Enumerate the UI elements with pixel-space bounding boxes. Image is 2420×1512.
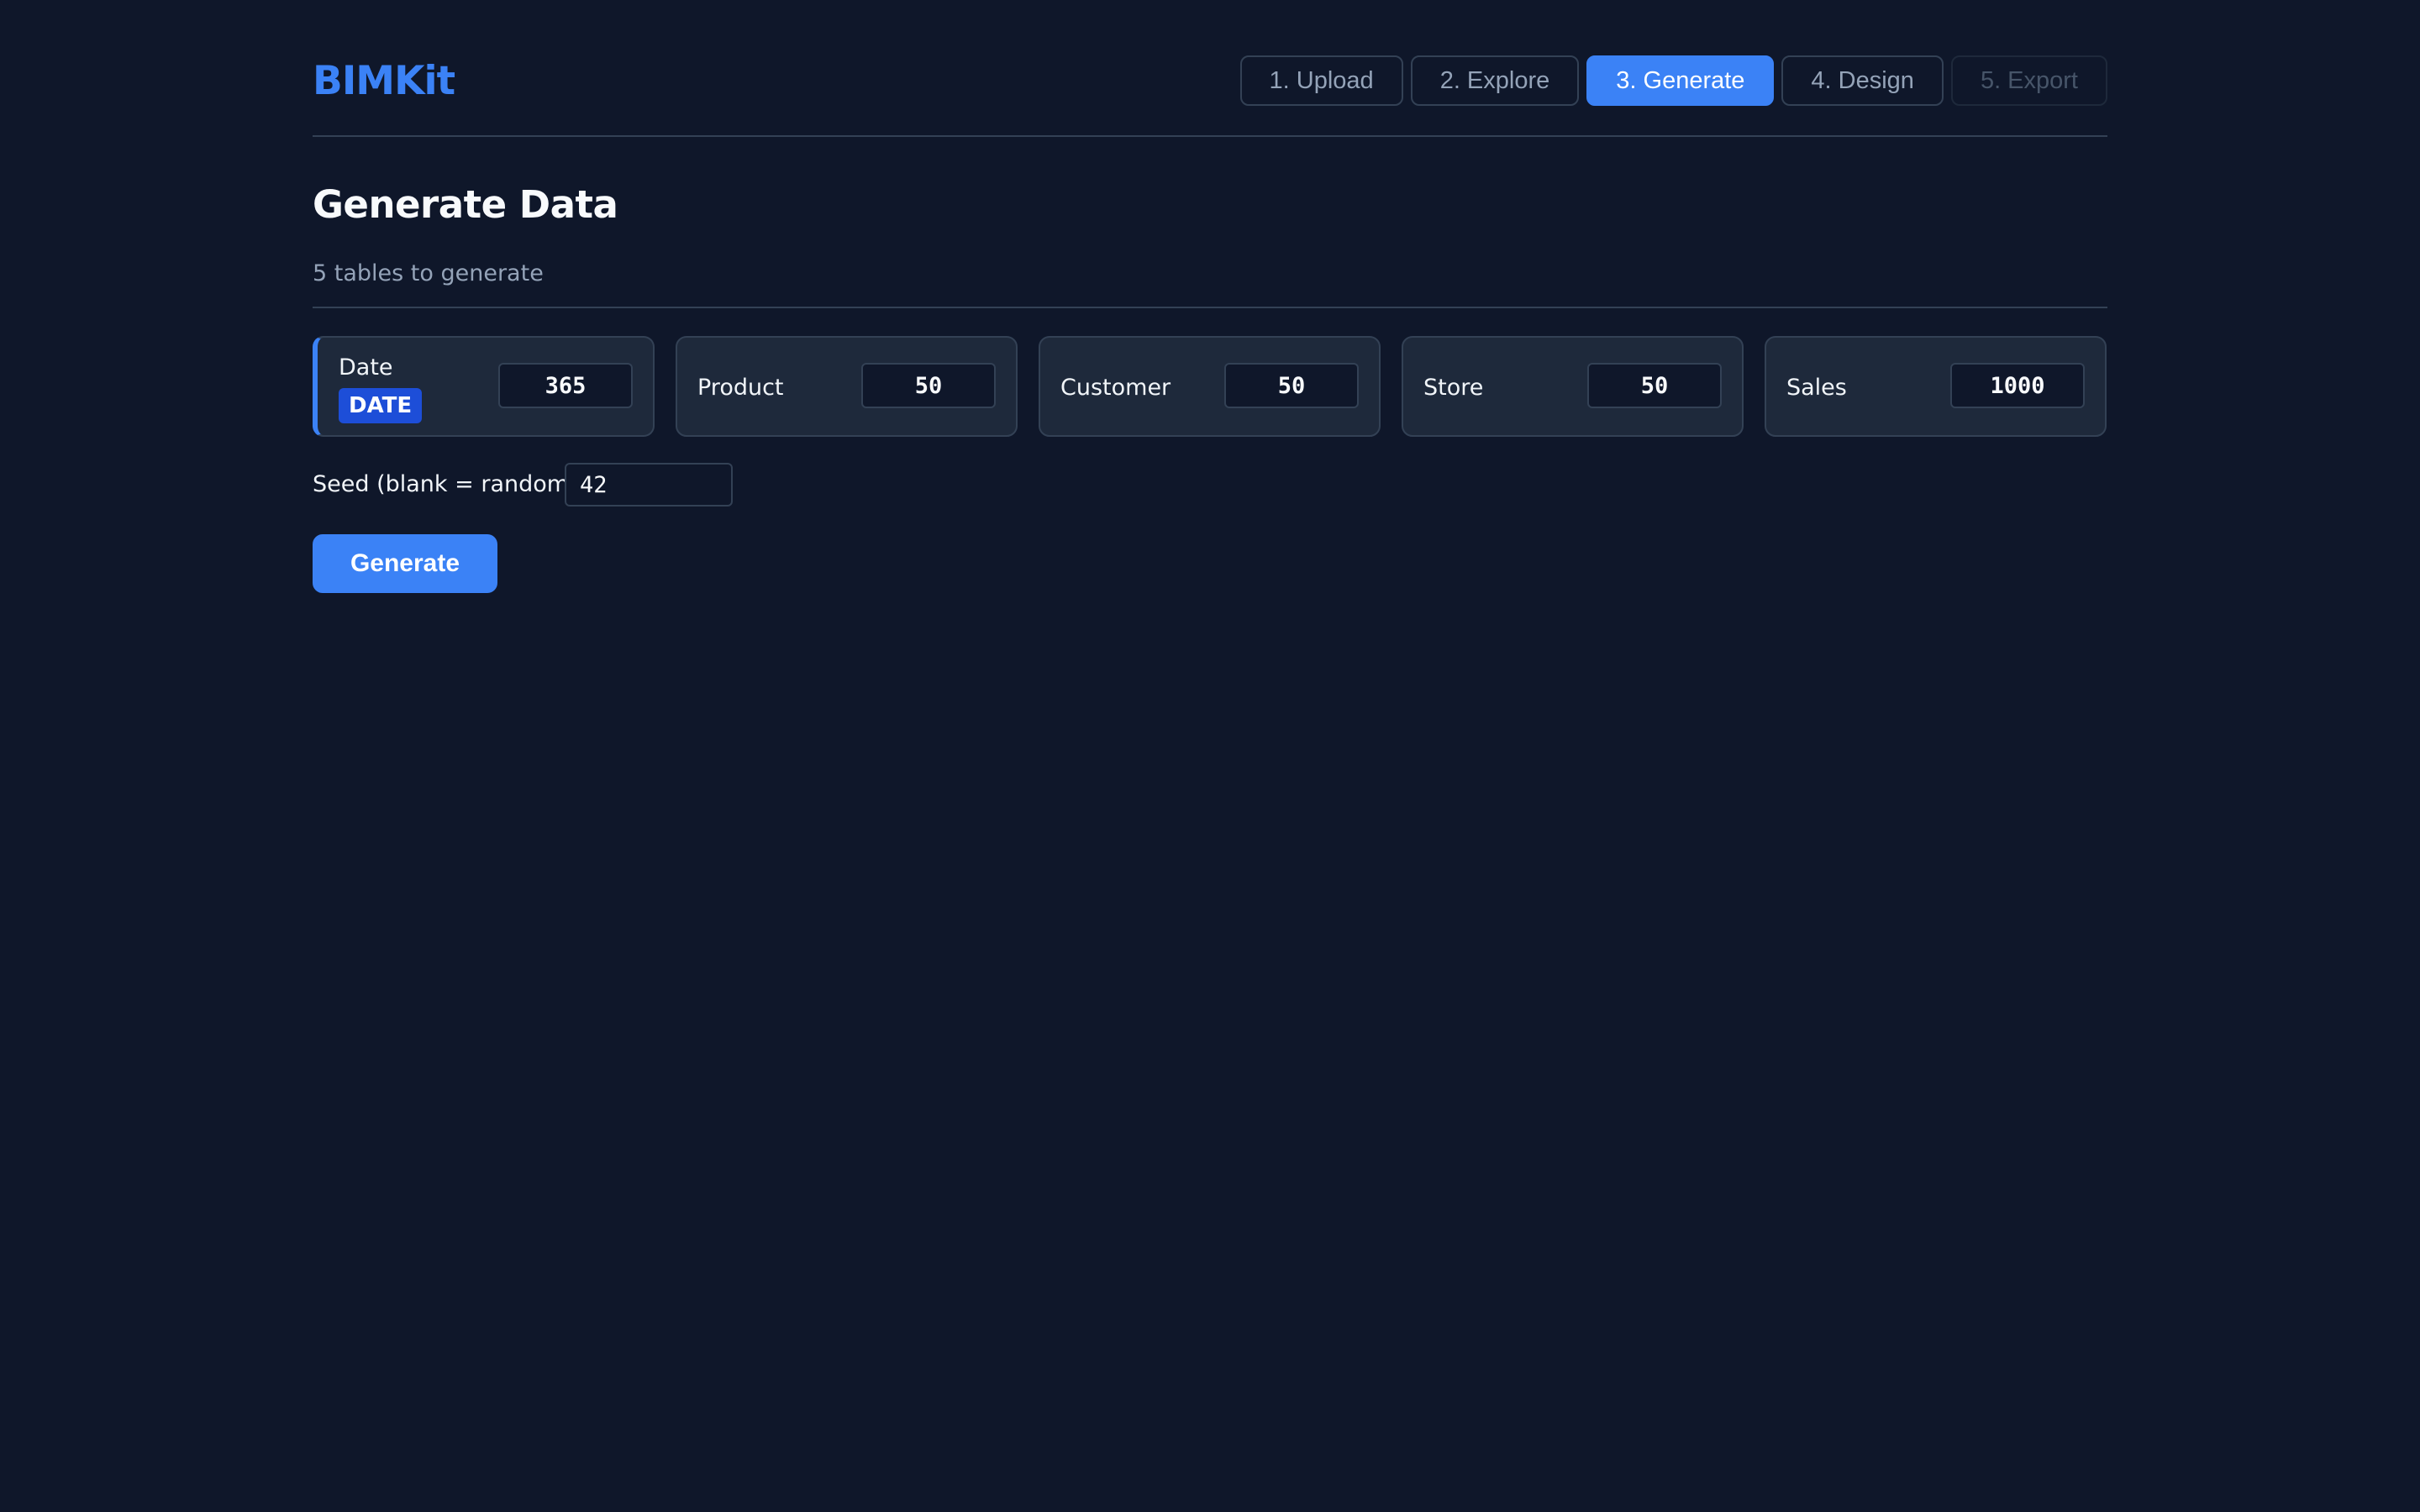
step-explore[interactable]: 2. Explore xyxy=(1410,55,1580,106)
date-type-badge: DATE xyxy=(339,388,423,423)
step-export: 5. Export xyxy=(1950,55,2107,106)
table-card-customer: Customer xyxy=(1039,336,1381,437)
page-title: Generate Data xyxy=(313,182,618,227)
row-count-input-customer[interactable] xyxy=(1224,363,1359,408)
table-name: Product xyxy=(697,375,784,401)
top-bar: BIMKit 1. Upload 2. Explore 3. Generate … xyxy=(313,0,2107,137)
table-name: Sales xyxy=(1786,375,1847,401)
table-card-sales: Sales xyxy=(1765,336,2107,437)
step-upload[interactable]: 1. Upload xyxy=(1239,55,1403,106)
row-count-input-store[interactable] xyxy=(1587,363,1722,408)
seed-label: Seed (blank = random) xyxy=(313,471,578,497)
table-name: Store xyxy=(1423,375,1484,401)
app-container: BIMKit 1. Upload 2. Explore 3. Generate … xyxy=(313,0,2107,593)
step-generate[interactable]: 3. Generate xyxy=(1586,55,1775,106)
brand-logo[interactable]: BIMKit xyxy=(313,55,455,108)
generate-button[interactable]: Generate xyxy=(313,534,497,593)
table-card-product: Product xyxy=(676,336,1018,437)
table-name: Date xyxy=(339,354,393,381)
step-navigation: 1. Upload 2. Explore 3. Generate 4. Desi… xyxy=(1239,55,2107,106)
table-card-date: Date DATE xyxy=(313,336,655,437)
table-list: Date DATE Product Customer Store Sales xyxy=(313,336,2107,437)
table-card-store: Store xyxy=(1402,336,1744,437)
section-divider xyxy=(313,307,2107,308)
row-count-input-date[interactable] xyxy=(498,363,633,408)
seed-input[interactable] xyxy=(565,463,733,507)
row-count-input-sales[interactable] xyxy=(1950,363,2085,408)
table-name: Customer xyxy=(1060,375,1171,401)
step-design[interactable]: 4. Design xyxy=(1781,55,1944,106)
row-count-input-product[interactable] xyxy=(861,363,996,408)
page-subtitle: 5 tables to generate xyxy=(313,260,544,286)
